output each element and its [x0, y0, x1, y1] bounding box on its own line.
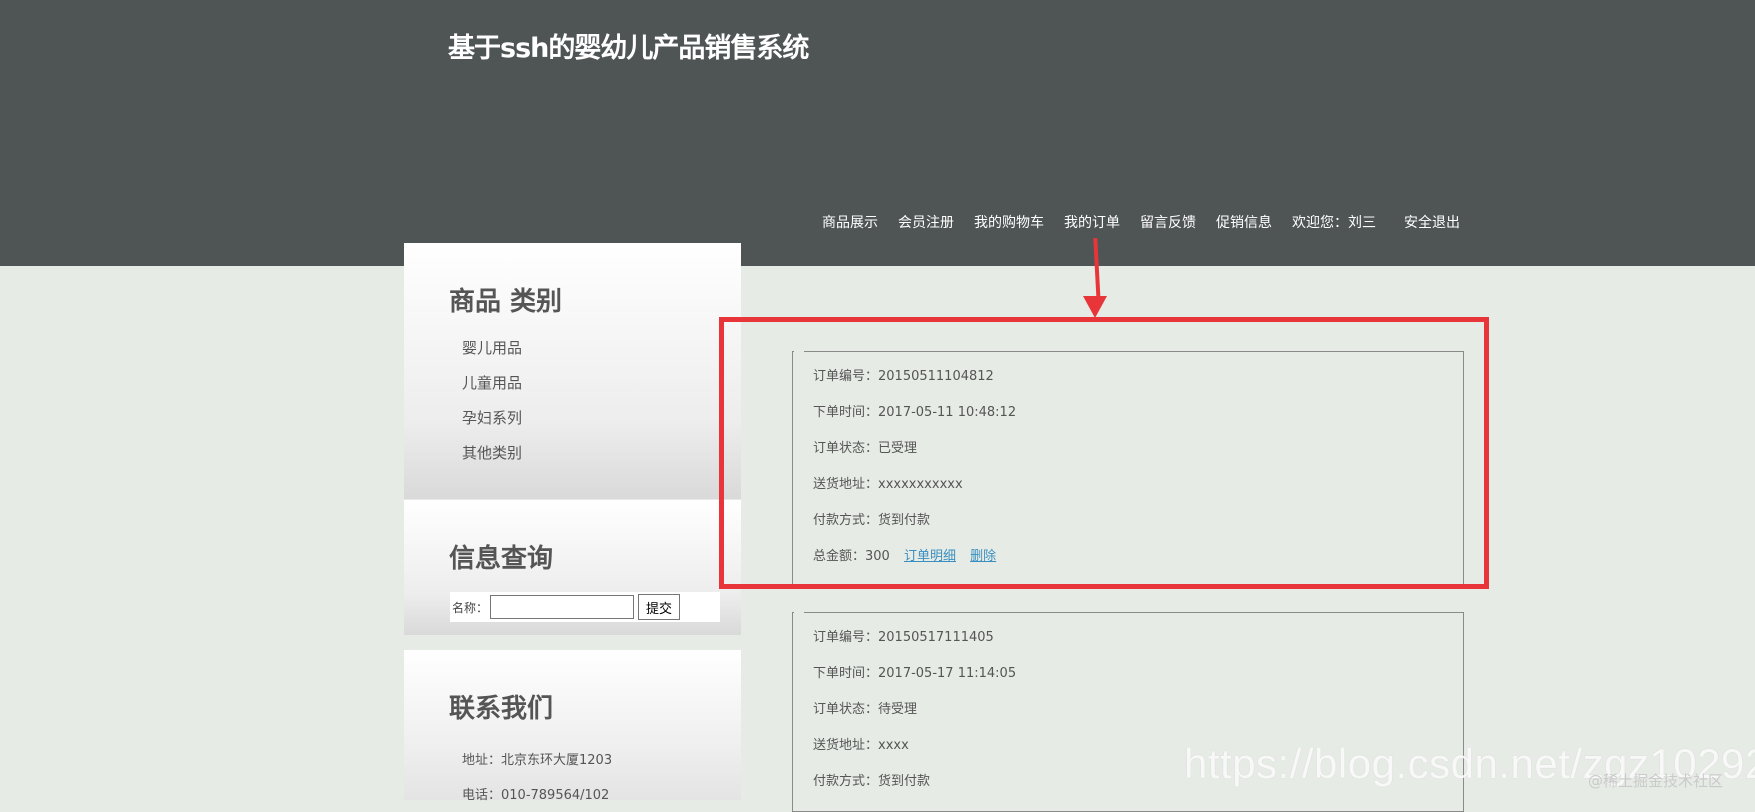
search-label: 名称： — [452, 600, 489, 615]
order-address-row: 送货地址：xxxx — [813, 736, 909, 756]
order-payment-label: 付款方式： — [813, 774, 879, 789]
order-payment-row: 付款方式：货到付款 — [813, 772, 930, 792]
nav-promotions[interactable]: 促销信息 — [1216, 212, 1272, 232]
contact-panel: 联系我们 地址：北京东环大厦1203 电话：010-789564/102 — [404, 650, 741, 803]
order-payment: 货到付款 — [878, 774, 931, 789]
top-nav: 商品展示 会员注册 我的购物车 我的订单 留言反馈 促销信息 欢迎您：刘三 安全… — [822, 212, 1460, 232]
search-input[interactable] — [490, 595, 635, 619]
category-list: 婴儿用品 儿童用品 孕妇系列 其他类别 — [462, 338, 522, 478]
nav-feedback[interactable]: 留言反馈 — [1140, 212, 1196, 232]
order-time-label: 下单时间： — [813, 666, 879, 681]
category-item[interactable]: 孕妇系列 — [462, 408, 522, 443]
category-item[interactable]: 儿童用品 — [462, 373, 522, 408]
logout-link[interactable]: 安全退出 — [1404, 212, 1460, 232]
order-address-label: 送货地址： — [813, 738, 879, 753]
contact-phone: 电话：010-789564/102 — [462, 788, 610, 803]
contact-address: 地址：北京东环大厦1203 — [462, 753, 613, 768]
sidebar: 商品 类别 婴儿用品 儿童用品 孕妇系列 其他类别 信息查询 联系我们 地址：北… — [404, 243, 741, 803]
fieldset-gap — [794, 611, 804, 615]
category-item[interactable]: 婴儿用品 — [462, 338, 522, 373]
order-id-row: 订单编号：20150517111405 — [813, 628, 994, 648]
nav-member-register[interactable]: 会员注册 — [898, 212, 954, 232]
category-panel: 商品 类别 婴儿用品 儿童用品 孕妇系列 其他类别 — [404, 243, 741, 499]
search-form: 名称： 提交 — [450, 592, 720, 622]
welcome-text: 欢迎您：刘三 — [1292, 215, 1376, 231]
site-title: 基于ssh的婴幼儿产品销售系统 — [448, 33, 809, 64]
order-time: 2017-05-17 11:14:05 — [878, 666, 1017, 681]
nav-product-display[interactable]: 商品展示 — [822, 212, 878, 232]
submit-button[interactable]: 提交 — [638, 594, 681, 620]
order-address: xxxx — [878, 738, 909, 753]
order-status-label: 订单状态： — [813, 702, 879, 717]
order-status: 待受理 — [878, 702, 918, 717]
nav-my-cart[interactable]: 我的购物车 — [974, 212, 1044, 232]
annotation-arrow-head — [1083, 296, 1107, 318]
category-item[interactable]: 其他类别 — [462, 443, 522, 478]
highlight-box — [719, 317, 1489, 589]
search-title: 信息查询 — [449, 544, 554, 574]
order-id-label: 订单编号： — [813, 630, 879, 645]
order-status-row: 订单状态：待受理 — [813, 700, 917, 720]
watermark-juejin: @稀土掘金技术社区 — [1588, 772, 1724, 790]
contact-title: 联系我们 — [449, 694, 554, 724]
header: 基于ssh的婴幼儿产品销售系统 商品展示 会员注册 我的购物车 我的订单 留言反… — [0, 0, 1755, 266]
category-title: 商品 类别 — [449, 287, 563, 317]
order-time-row: 下单时间：2017-05-17 11:14:05 — [813, 664, 1016, 684]
nav-my-orders[interactable]: 我的订单 — [1064, 212, 1120, 232]
order-id: 20150517111405 — [878, 630, 994, 645]
